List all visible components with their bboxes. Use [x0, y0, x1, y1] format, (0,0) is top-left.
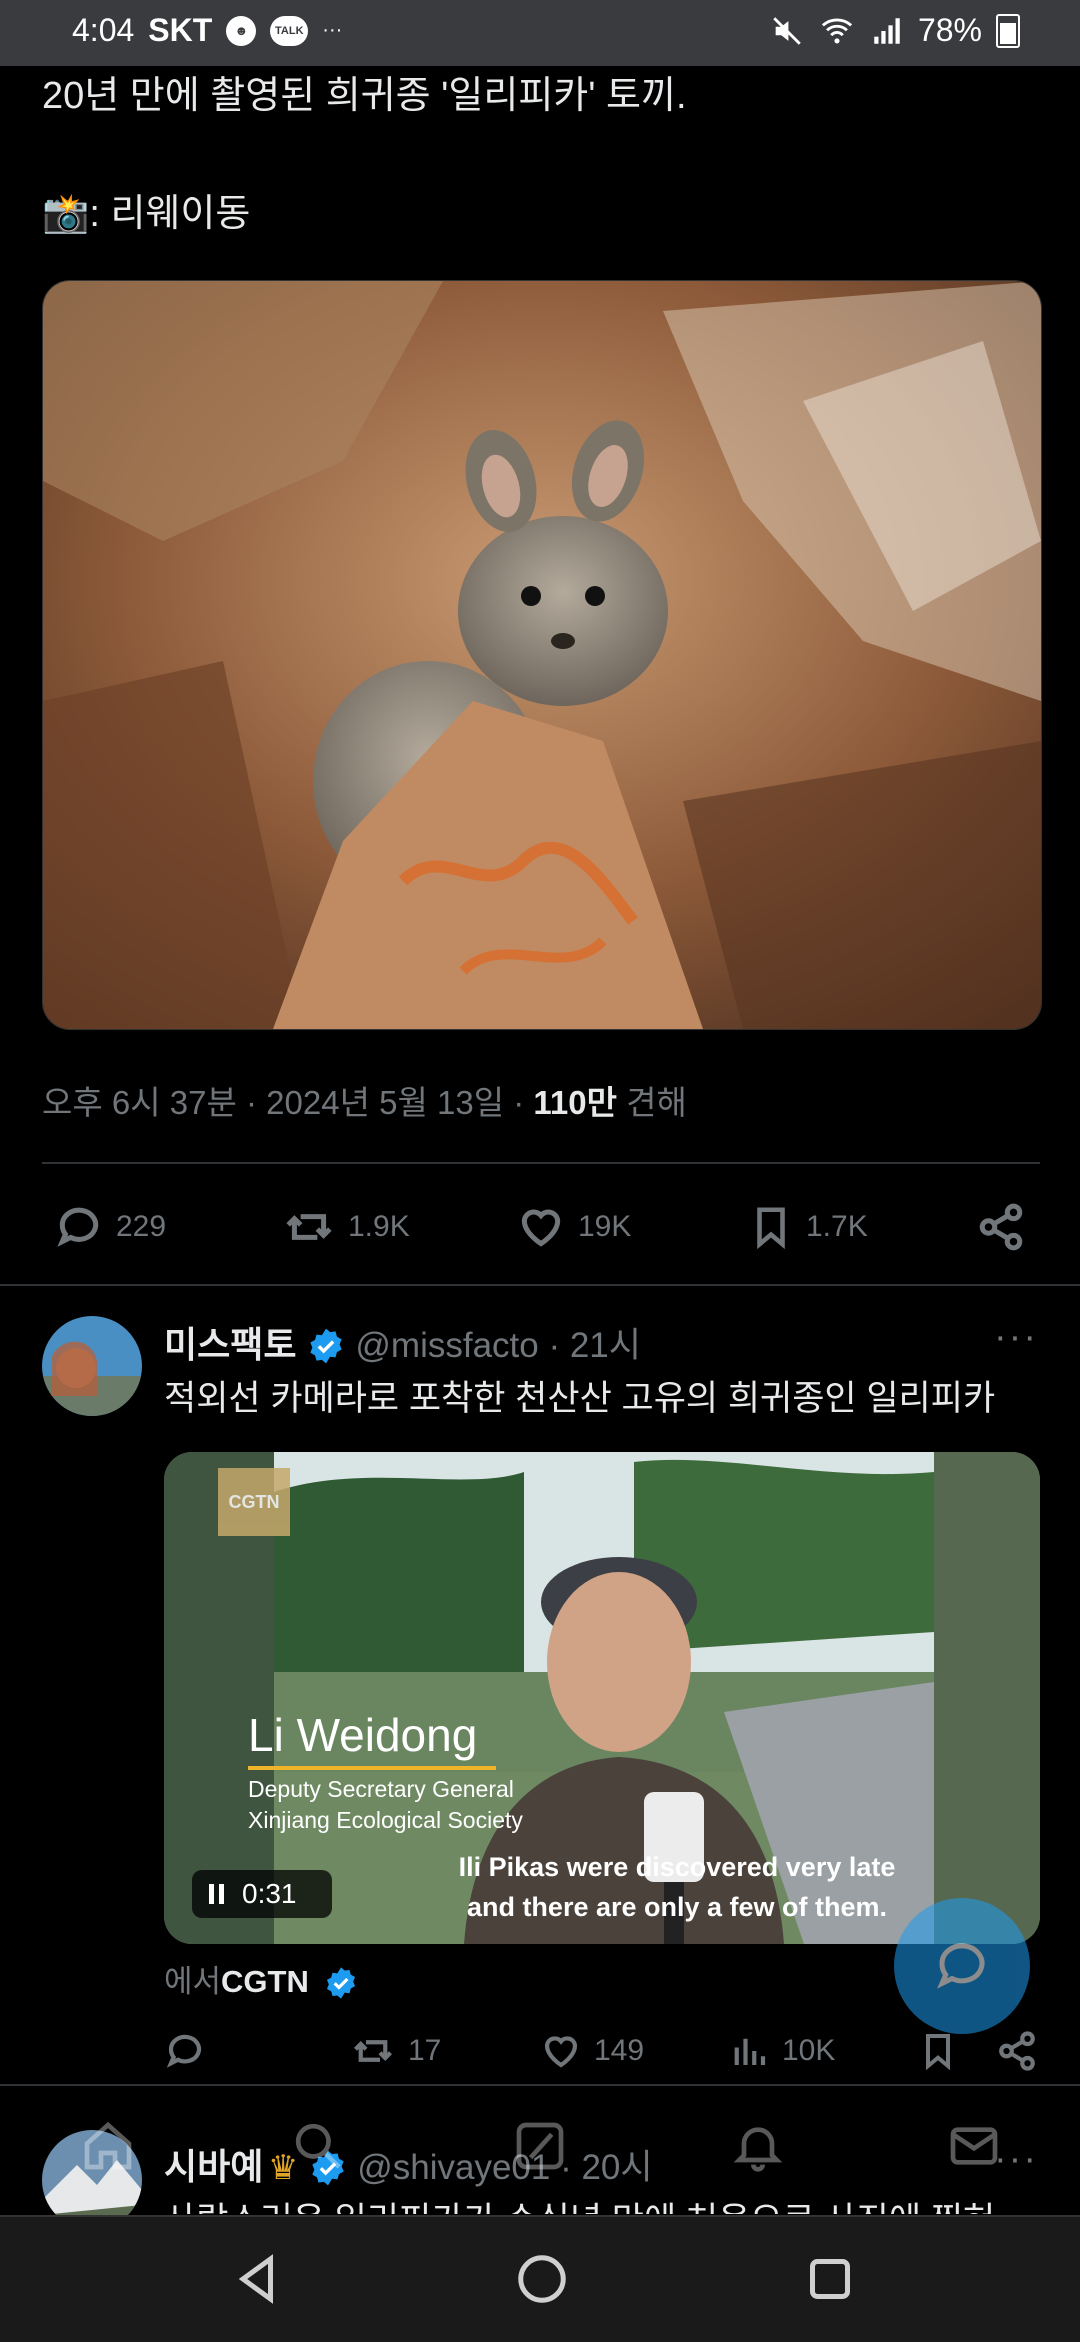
verified-badge-icon	[310, 1328, 342, 1364]
reply-icon	[57, 1207, 99, 1247]
system-navigation-bar	[0, 2215, 1080, 2342]
notifications-icon[interactable]	[730, 2118, 786, 2174]
status-carrier: SKT	[148, 12, 213, 48]
source-prefix: 에서	[164, 1964, 222, 1999]
retweet-count: 17	[408, 2034, 442, 2067]
home-icon[interactable]	[80, 2118, 136, 2174]
verified-badge-icon	[326, 1967, 355, 1999]
reply-bubble-icon	[937, 1943, 985, 1989]
heart-icon	[544, 2036, 578, 2068]
view-count: 10K	[782, 2034, 836, 2067]
bottom-tab-bar	[0, 2098, 1080, 2208]
status-bar: 4:04 SKT ☻ TALK ··· 78%	[0, 0, 1080, 66]
mute-icon	[773, 16, 801, 45]
post-time: · 21시	[538, 1326, 641, 1365]
divider	[0, 1284, 1080, 1286]
battery-icon	[996, 13, 1020, 48]
reply-count: 229	[116, 1210, 167, 1243]
grok-icon[interactable]	[512, 2118, 568, 2174]
video-player[interactable]: CGTN Li Weidong Deputy Secretary General…	[164, 1452, 1040, 1944]
share-icon	[979, 1203, 1023, 1251]
display-name[interactable]: 미스팩토	[164, 1324, 296, 1365]
wifi-icon	[821, 18, 853, 43]
compose-reply-button[interactable]	[894, 1898, 1030, 2034]
views-button[interactable]: 10K	[728, 2030, 835, 2072]
battery-percent: 78%	[917, 12, 982, 48]
status-time: 4:04	[72, 12, 135, 48]
retweet-icon	[286, 1214, 332, 1240]
speaker-name: Li Weidong	[248, 1709, 478, 1761]
tweet-photo[interactable]	[42, 280, 1042, 1030]
name-underline	[248, 1766, 496, 1770]
analytics-icon	[734, 2038, 766, 2065]
recent-apps-icon[interactable]	[800, 2249, 860, 2309]
view-count: 110만	[533, 1084, 617, 1121]
back-icon[interactable]	[228, 2249, 288, 2309]
speaker-title-line2: Xinjiang Ecological Society	[248, 1807, 523, 1833]
tweet-timestamp: 오후 6시 37분 · 2024년 5월 13일 ·	[42, 1084, 534, 1121]
bookmark-icon	[757, 1207, 785, 1250]
retweet-icon	[354, 2040, 392, 2062]
video-source[interactable]: 에서CGTN	[164, 1956, 364, 2001]
like-count: 19K	[578, 1210, 632, 1243]
bookmark-count: 1.7K	[806, 1210, 868, 1243]
share-icon	[999, 2031, 1035, 2071]
photo-credit: 📸: 리웨이동	[42, 192, 250, 238]
video-timestamp: 0:31	[242, 1878, 297, 1909]
retweet-count: 1.9K	[348, 1210, 410, 1243]
tweet-text: 20년 만에 촬영된 희귀종 '일리피카' 토끼.	[42, 75, 687, 117]
pause-icon[interactable]	[206, 1881, 228, 1907]
more-notifications-icon: ···	[322, 19, 343, 41]
signal-icon	[874, 17, 900, 44]
view-label: 견해	[617, 1084, 687, 1121]
more-options-icon[interactable]: ···	[994, 1316, 1038, 1359]
share-button[interactable]	[976, 1202, 1026, 1252]
messages-icon[interactable]	[946, 2118, 1002, 2174]
app-notification-icon: ☻	[226, 15, 257, 46]
tweet-metadata: 오후 6시 37분 · 2024년 5월 13일 · 110만 견해	[42, 1076, 687, 1124]
reply-header: 미스팩토 @missfacto · 21시	[164, 1316, 641, 1368]
share-button[interactable]	[996, 2030, 1038, 2072]
reply-text: 적외선 카메라로 포착한 천산산 고유의 희귀종인 일리피카	[164, 1379, 996, 1418]
channel-logo: CGTN	[218, 1468, 290, 1536]
photo-credit-text: : 리웨이동	[89, 193, 251, 235]
kakaotalk-icon: TALK	[270, 15, 309, 46]
search-icon[interactable]	[290, 2118, 346, 2174]
like-button[interactable]: 149	[540, 2030, 644, 2072]
avatar[interactable]	[42, 1316, 142, 1416]
like-count: 149	[594, 2034, 645, 2067]
bookmark-button[interactable]	[918, 2030, 958, 2072]
source-name[interactable]: CGTN	[221, 1964, 309, 1999]
bookmark-button[interactable]: 1.7K	[748, 1202, 868, 1252]
home-circle-icon[interactable]	[512, 2249, 572, 2309]
user-handle[interactable]: @missfacto	[355, 1326, 538, 1365]
bookmark-icon	[926, 2034, 950, 2071]
speaker-title-line1: Deputy Secretary General	[248, 1776, 514, 1802]
reply-button[interactable]	[164, 2030, 206, 2072]
retweet-button[interactable]: 1.9K	[282, 1202, 410, 1252]
camera-emoji-icon: 📸	[42, 193, 90, 235]
like-button[interactable]: 19K	[516, 1202, 631, 1252]
reply-icon	[166, 2034, 202, 2068]
playback-control[interactable]: 0:31	[192, 1870, 332, 1918]
retweet-button[interactable]: 17	[350, 2030, 441, 2072]
heart-icon	[521, 1209, 561, 1247]
divider	[0, 2084, 1080, 2086]
divider	[42, 1162, 1040, 1164]
reply-button[interactable]: 229	[54, 1202, 166, 1252]
pika-image	[43, 281, 1041, 1029]
